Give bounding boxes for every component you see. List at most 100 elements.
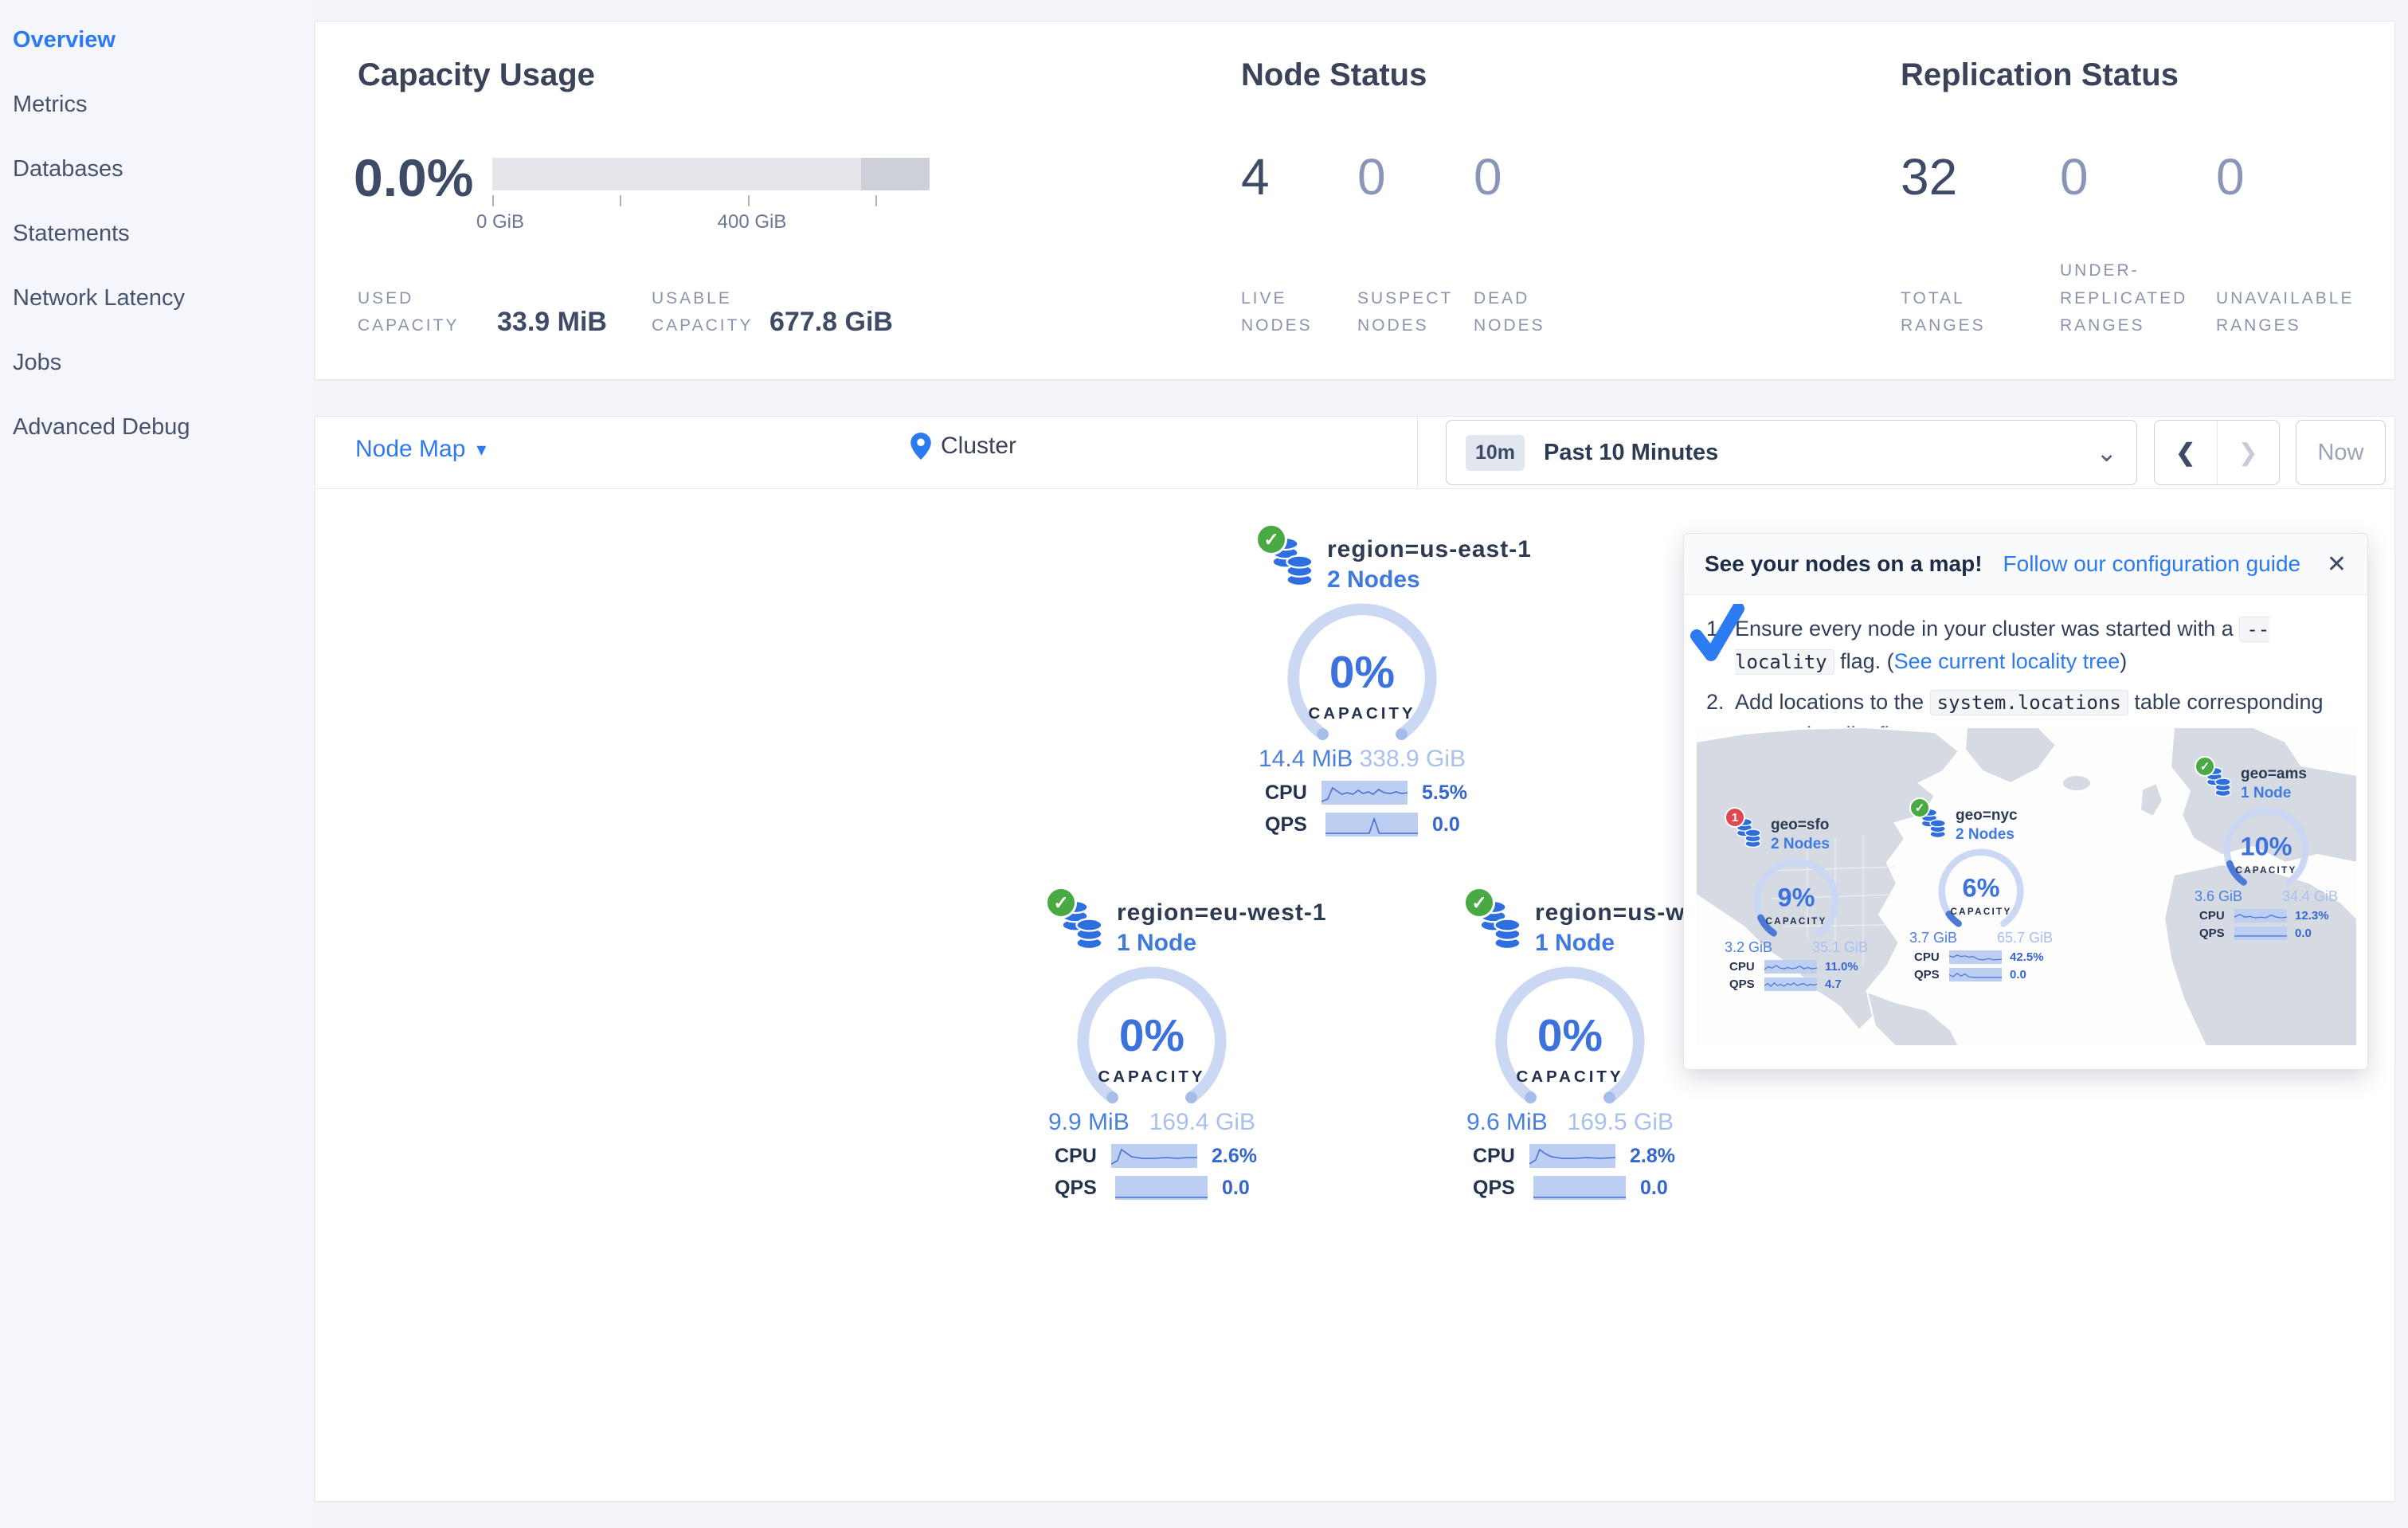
popup-header: See your nodes on a map! Follow our conf… (1684, 534, 2367, 595)
healthy-check-icon: ✓ (1909, 797, 1930, 818)
time-window-pager: ❮ ❯ (2154, 420, 2280, 485)
toolbar-divider (1417, 417, 1418, 488)
node-group-title: region=eu-west-1 (1117, 899, 1327, 926)
capacity-tick (875, 195, 877, 206)
cpu-sparkline (1110, 1144, 1198, 1169)
database-icon: ✓ (1463, 887, 1524, 952)
node-group-eu-west-1[interactable]: ✓ region=eu-west-1 1 Node 0% CAPACITY 9.… (1045, 887, 1326, 1201)
capacity-percent: 0% (1119, 1011, 1184, 1061)
capacity-label: CAPACITY (1517, 1068, 1624, 1086)
map-node-geo-ams: ✓ geo=ams 1 Node 10% CAPACITY 3.6 GiB 34… (2190, 756, 2343, 940)
sidebar-item-metrics[interactable]: Metrics (0, 72, 314, 137)
qps-label: QPS (1473, 1176, 1515, 1199)
cpu-value: 42.5% (2010, 950, 2044, 964)
cpu-value: 5.5% (1422, 781, 1467, 804)
qps-label: QPS (1729, 977, 1755, 991)
capacity-bar (492, 158, 930, 190)
map-node-geo-nyc: ✓ geo=nyc 2 Nodes 6% CAPACITY 3.7 GiB 65… (1905, 797, 2058, 981)
sidebar-item-statements[interactable]: Statements (0, 202, 314, 266)
qps-sparkline (1115, 1176, 1208, 1201)
usable-capacity-value: 677.8 GiB (769, 307, 893, 337)
capacity-label: CAPACITY (1098, 1068, 1206, 1086)
cpu-sparkline (1529, 1144, 1616, 1169)
cpu-value: 2.8% (1630, 1144, 1675, 1167)
usable-capacity: 169.5 GiB (1567, 1109, 1674, 1136)
used-capacity: 14.4 MiB (1259, 746, 1353, 773)
time-range-selector[interactable]: 10m Past 10 Minutes ⌄ (1446, 420, 2137, 485)
time-range-badge: 10m (1466, 434, 1525, 471)
database-icon: ✓ (1909, 797, 1948, 840)
usable-capacity: 34.4 GiB (2281, 887, 2338, 904)
sidebar-item-jobs[interactable]: Jobs (0, 331, 314, 395)
capacity-label: CAPACITY (1309, 704, 1416, 723)
used-capacity-label: USED CAPACITY (358, 288, 460, 335)
node-group-us-east-1[interactable]: ✓ region=us-east-1 2 Nodes 0% CAPACITY 1… (1255, 523, 1531, 837)
capacity-tick-label-400: 400 GiB (717, 211, 787, 233)
sidebar-item-network-latency[interactable]: Network Latency (0, 266, 314, 331)
cpu-value: 12.3% (2295, 908, 2329, 923)
dead-nodes-value: 0 (1474, 148, 1502, 206)
chevron-down-icon: ▾ (476, 438, 487, 460)
step-text: Ensure every node in your cluster was st… (1735, 617, 2240, 641)
next-window-button[interactable]: ❯ (2218, 421, 2280, 484)
qps-value: 0.0 (1640, 1176, 1668, 1199)
cpu-label: CPU (1055, 1144, 1097, 1167)
dead-nodes-label: DEAD NODES (1474, 288, 1545, 335)
node-group-title: region=us-east-1 (1327, 536, 1532, 562)
capacity-gauge: 6% CAPACITY (1938, 848, 2024, 927)
qps-sparkline (1533, 1176, 1626, 1201)
qps-sparkline (2234, 926, 2287, 940)
qps-value: 0.0 (2010, 967, 2026, 981)
map-node-title: geo=ams (2241, 766, 2307, 782)
cluster-summary-panel: Capacity Usage 0.0% 0 GiB 400 GiB USED C… (315, 21, 2395, 380)
used-capacity: 3.2 GiB (1725, 938, 1773, 955)
map-node-title: geo=nyc (1956, 807, 2018, 824)
time-range-label: Past 10 Minutes (1544, 439, 1719, 465)
capacity-tick (620, 195, 621, 206)
under-replicated-ranges-label: UNDER-REPLICATED RANGES (2060, 261, 2188, 335)
suspect-nodes-value: 0 (1357, 148, 1386, 206)
qps-sparkline (1764, 977, 1817, 991)
qps-value: 0.0 (1432, 813, 1460, 836)
capacity-label: CAPACITY (2235, 865, 2296, 876)
used-capacity: 3.6 GiB (2195, 887, 2243, 904)
database-icon: 1 (1725, 807, 1763, 850)
sidebar-item-overview[interactable]: Overview (0, 8, 314, 72)
popup-title: See your nodes on a map! (1705, 551, 1983, 576)
capacity-gauge: 10% CAPACITY (2223, 807, 2309, 886)
close-icon[interactable]: ✕ (2327, 550, 2347, 578)
configuration-guide-link[interactable]: Follow our configuration guide (2003, 551, 2301, 577)
map-node-title: geo=sfo (1771, 817, 1830, 833)
capacity-tick-label-0: 0 GiB (476, 211, 525, 233)
total-ranges-value: 32 (1901, 148, 1958, 206)
view-selector[interactable]: Node Map ▾ (355, 436, 486, 463)
qps-label: QPS (1914, 967, 1940, 981)
node-map-toolbar: Node Map ▾ Cluster 10m Past 10 Minutes ⌄… (315, 417, 2394, 489)
view-selector-label: Node Map (355, 436, 466, 462)
now-button[interactable]: Now (2296, 420, 2386, 485)
database-icon: ✓ (2195, 756, 2233, 799)
sidebar-item-databases[interactable]: Databases (0, 137, 314, 202)
capacity-label: CAPACITY (1765, 916, 1827, 927)
breadcrumb[interactable]: Cluster (910, 433, 1016, 460)
locality-tree-link[interactable]: See current locality tree (1894, 649, 2120, 673)
capacity-gauge: 0% CAPACITY (1287, 603, 1437, 741)
capacity-tick (492, 195, 494, 206)
previous-window-button[interactable]: ❮ (2155, 421, 2218, 484)
capacity-gauge: 0% CAPACITY (1077, 966, 1227, 1104)
capacity-bar-other-segment (861, 158, 930, 190)
healthy-check-icon: ✓ (1045, 887, 1077, 919)
sidebar-item-advanced-debug[interactable]: Advanced Debug (0, 395, 314, 460)
cpu-value: 11.0% (1825, 959, 1858, 974)
used-capacity-value: 33.9 MiB (497, 307, 607, 337)
node-count-link[interactable]: 2 Nodes (1327, 566, 1532, 594)
capacity-gauge: 0% CAPACITY (1495, 966, 1645, 1104)
step-done-check-icon (1690, 604, 1744, 661)
map-node-count: 2 Nodes (1771, 836, 1830, 852)
node-count-link[interactable]: 1 Node (1117, 930, 1327, 957)
capacity-usage-title: Capacity Usage (358, 57, 595, 92)
node-group-us-west-1[interactable]: ✓ region=us-west-1 1 Node 0% CAPACITY 9.… (1463, 887, 1744, 1201)
node-status-title: Node Status (1241, 57, 1427, 92)
cpu-sparkline (1949, 950, 2002, 964)
qps-label: QPS (2199, 926, 2225, 940)
